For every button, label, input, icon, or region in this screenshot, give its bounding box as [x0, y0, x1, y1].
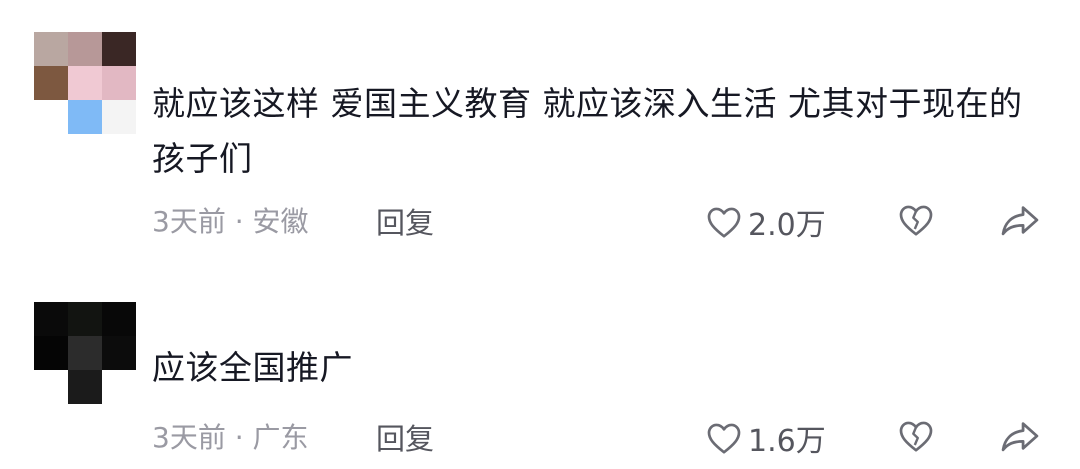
- share-arrow-icon[interactable]: [1000, 419, 1040, 453]
- reply-button[interactable]: 回复: [376, 200, 434, 242]
- heart-outline-icon: [707, 207, 741, 238]
- like-button[interactable]: 2.0万: [706, 200, 826, 244]
- share-arrow-icon[interactable]: [1000, 203, 1040, 237]
- comment-meta: 3天前 · 安徽: [152, 205, 309, 238]
- like-count: 2.0万: [748, 208, 826, 243]
- avatar[interactable]: [34, 32, 136, 134]
- broken-heart-icon[interactable]: [898, 203, 934, 237]
- comment-text: 就应该这样 爱国主义教育 就应该深入生活 尤其对于现在的孩子们: [152, 84, 1023, 178]
- comment-item: 就应该这样 爱国主义教育 就应该深入生活 尤其对于现在的孩子们 3天前 · 安徽…: [0, 0, 1080, 270]
- comment-text: 应该全国推广: [152, 348, 353, 387]
- heart-outline-icon: [707, 423, 741, 454]
- like-button[interactable]: 1.6万: [706, 416, 826, 460]
- comment-item: 应该全国推广 3天前 · 广东 回复 1.6万: [0, 270, 1080, 469]
- username-obscured[interactable]: [166, 306, 336, 336]
- like-count: 1.6万: [748, 424, 826, 459]
- broken-heart-icon[interactable]: [898, 419, 934, 453]
- avatar[interactable]: [34, 302, 136, 404]
- comment-meta: 3天前 · 广东: [152, 421, 309, 454]
- reply-button[interactable]: 回复: [376, 416, 434, 458]
